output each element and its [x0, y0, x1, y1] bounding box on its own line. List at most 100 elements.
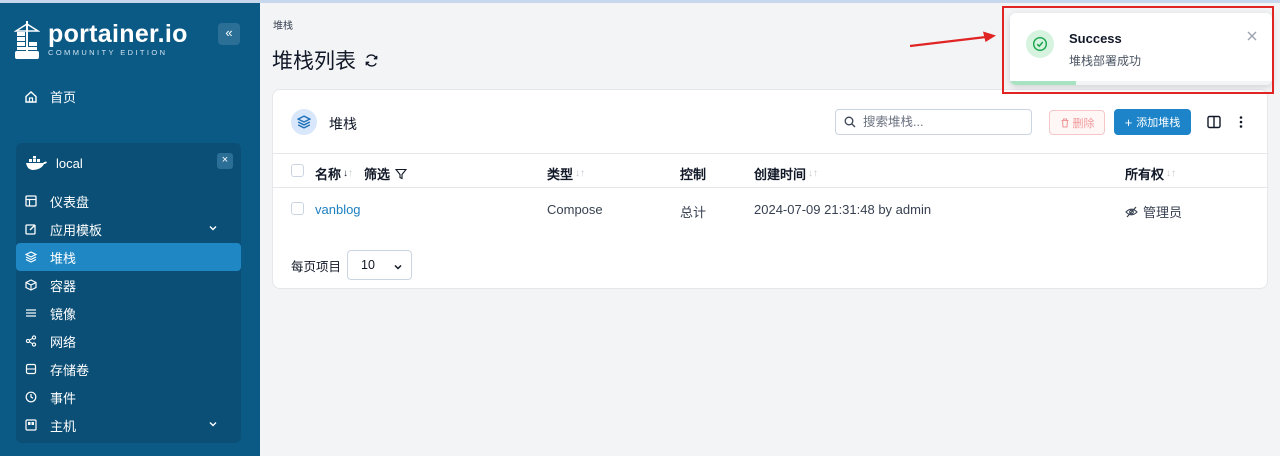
brand-logo[interactable]: portainer.io COMMUNITY EDITION	[14, 21, 188, 63]
ownership-label: 管理员	[1143, 205, 1183, 220]
sort-indicator: ↓↑	[343, 168, 353, 179]
annotation-highlight-box	[1002, 6, 1274, 94]
sort-up-arrow: ↑	[348, 168, 354, 179]
filter-label: 筛选	[364, 167, 391, 182]
stack-control: 总计	[680, 205, 707, 220]
sidebar-item-dashboard[interactable]: 仪表盘	[16, 187, 241, 215]
select-all-checkbox[interactable]	[291, 164, 304, 177]
card-title: 堆栈	[329, 116, 357, 132]
chevron-down-icon	[394, 264, 402, 270]
sidebar-collapse-button[interactable]: «	[218, 23, 240, 45]
sidebar-item-label: 网络	[50, 334, 77, 350]
sort-up-arrow: ↑	[1171, 168, 1177, 179]
clock-icon	[25, 391, 37, 403]
stack-type: Compose	[547, 202, 603, 217]
brand-name: portainer.io	[48, 20, 188, 48]
sidebar-item-home[interactable]: 首页	[24, 87, 76, 106]
box-icon	[25, 279, 37, 291]
filter-icon	[395, 168, 408, 179]
search-icon	[844, 116, 856, 128]
add-stack-label: 添加堆栈	[1136, 117, 1181, 129]
items-per-page-select[interactable]: 10	[347, 250, 413, 280]
sort-indicator: ↓↑	[575, 168, 585, 179]
portainer-logo-icon	[14, 21, 40, 59]
plus-icon: +	[1124, 114, 1133, 130]
column-header-control: 控制	[680, 164, 706, 183]
more-vertical-icon[interactable]	[1234, 115, 1248, 129]
sidebar-nav: 仪表盘 应用模板 堆栈 容器 镜像 网络 存储卷 事件 主机	[16, 187, 241, 439]
stacks-card: 堆栈 删除 + 添加堆栈	[272, 89, 1268, 289]
column-header-label: 创建时间	[754, 167, 807, 182]
search-box[interactable]	[835, 109, 1032, 135]
sidebar-item-label: 应用模板	[50, 222, 103, 238]
column-header-label: 控制	[680, 167, 707, 182]
breadcrumb: 堆栈	[273, 21, 293, 32]
refresh-icon[interactable]	[364, 53, 379, 68]
environment-name: local	[56, 155, 83, 171]
sidebar-item-containers[interactable]: 容器	[16, 271, 241, 299]
environment-close-button[interactable]: ×	[217, 153, 233, 169]
sidebar-item-label: 镜像	[50, 306, 77, 322]
stack-created: 2024-07-09 21:31:48 by admin	[754, 202, 932, 217]
items-per-page-label: 每页项目	[291, 259, 342, 274]
sort-up-arrow: ↑	[580, 168, 586, 179]
sidebar-item-label: 事件	[50, 390, 77, 406]
sidebar-item-label: 主机	[50, 418, 77, 434]
delete-button[interactable]: 删除	[1049, 110, 1105, 135]
docker-icon	[26, 156, 47, 170]
column-header-label: 所有权	[1125, 167, 1165, 182]
sidebar-item-app-templates[interactable]: 应用模板	[16, 215, 241, 243]
column-header-created[interactable]: 创建时间 ↓↑	[754, 164, 818, 183]
page-title: 堆栈列表	[272, 45, 379, 75]
sidebar-item-label: 存储卷	[50, 362, 90, 378]
delete-label: 删除	[1072, 117, 1095, 130]
environment-header[interactable]: local ×	[26, 153, 233, 173]
sort-indicator: ↓↑	[1166, 168, 1176, 179]
stack-ownership: 管理员	[1125, 202, 1182, 221]
share-icon	[25, 335, 37, 347]
column-header-label: 类型	[547, 167, 574, 182]
sort-up-arrow: ↑	[813, 168, 819, 179]
sidebar-item-label: 容器	[50, 278, 77, 294]
chevron-down-icon[interactable]	[208, 419, 218, 429]
trash-icon	[1061, 117, 1068, 128]
server-icon	[25, 419, 37, 431]
column-header-label: 名称	[315, 167, 342, 182]
items-per-page-value: 10	[361, 258, 375, 272]
layers-icon	[291, 109, 317, 135]
sidebar-item-networks[interactable]: 网络	[16, 327, 241, 355]
environment-panel: local × 仪表盘 应用模板 堆栈 容器 镜像 网络 存储卷 事件 主机	[16, 143, 241, 443]
column-header-name[interactable]: 名称 ↓↑	[315, 164, 353, 183]
columns-icon[interactable]	[1207, 115, 1221, 129]
search-input[interactable]	[863, 115, 1023, 129]
sidebar-item-images[interactable]: 镜像	[16, 299, 241, 327]
eye-off-icon	[1125, 206, 1138, 217]
sidebar-item-stacks[interactable]: 堆栈	[16, 243, 241, 271]
sidebar-item-label: 首页	[50, 90, 77, 105]
chevron-down-icon[interactable]	[208, 223, 218, 233]
list-icon	[26, 309, 36, 317]
database-icon	[25, 363, 37, 375]
pagination: 每页项目 10	[291, 250, 413, 280]
column-header-type[interactable]: 类型 ↓↑	[547, 164, 585, 183]
row-checkbox[interactable]	[291, 202, 304, 215]
brand-edition: COMMUNITY EDITION	[48, 48, 168, 57]
sidebar-item-events[interactable]: 事件	[16, 383, 241, 411]
annotation-arrow	[910, 31, 996, 48]
table-header: 名称 ↓↑ 筛选 类型 ↓↑ 控制 创建时间 ↓↑ 所有权 ↓↑	[273, 154, 1267, 188]
home-icon	[25, 90, 37, 103]
sidebar: portainer.io COMMUNITY EDITION « 首页 loca…	[0, 3, 260, 456]
dashboard-icon	[25, 195, 37, 207]
sidebar-item-volumes[interactable]: 存储卷	[16, 355, 241, 383]
sidebar-item-host[interactable]: 主机	[16, 411, 241, 439]
column-header-ownership[interactable]: 所有权 ↓↑	[1125, 164, 1176, 183]
layers-icon	[25, 251, 37, 263]
sidebar-item-label: 仪表盘	[50, 194, 90, 210]
sidebar-item-label: 堆栈	[50, 250, 77, 266]
add-stack-button[interactable]: + 添加堆栈	[1114, 109, 1191, 135]
table-row: vanblog Compose 总计 2024-07-09 21:31:48 b…	[273, 188, 1267, 232]
page-title-text: 堆栈列表	[272, 50, 356, 73]
card-header: 堆栈 删除 + 添加堆栈	[273, 90, 1267, 154]
stack-name-link[interactable]: vanblog	[315, 202, 361, 217]
filter-button[interactable]: 筛选	[364, 164, 408, 183]
